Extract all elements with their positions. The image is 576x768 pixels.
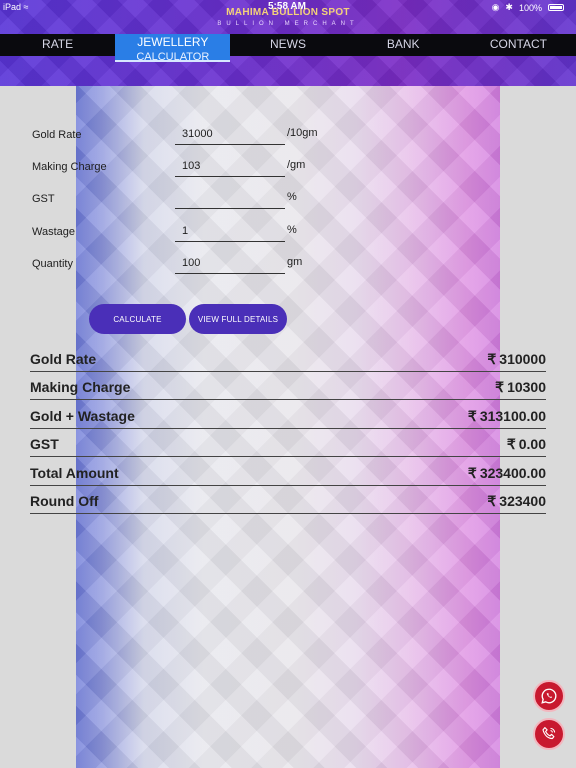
quantity-label: Quantity bbox=[32, 258, 73, 270]
rupee-symbol: ₹ bbox=[487, 351, 497, 367]
gst-label: GST bbox=[32, 193, 55, 205]
calculator-content: Gold Rate /10gm Making Charge /gm GST % … bbox=[0, 86, 576, 768]
calculate-button[interactable]: CALCULATE bbox=[89, 304, 186, 334]
quantity-input[interactable] bbox=[175, 252, 285, 274]
nav-bank[interactable]: BANK bbox=[346, 34, 461, 56]
status-bar: iPad ≈ 5:58 AM ◉ ✱ 100% bbox=[0, 0, 576, 14]
making-charge-label: Making Charge bbox=[32, 161, 107, 173]
result-row: Total Amount ₹323400.00 bbox=[30, 458, 546, 486]
rupee-symbol: ₹ bbox=[506, 436, 516, 452]
making-charge-unit: /gm bbox=[287, 159, 306, 171]
battery-icon bbox=[548, 4, 564, 11]
gold-rate-input[interactable] bbox=[175, 123, 285, 145]
quantity-unit: gm bbox=[287, 256, 303, 268]
wastage-unit: % bbox=[287, 224, 297, 236]
result-label: Round Off bbox=[30, 493, 99, 509]
result-label: Gold + Wastage bbox=[30, 408, 135, 424]
result-row: Gold + Wastage ₹313100.00 bbox=[30, 401, 546, 429]
status-time: 5:58 AM bbox=[268, 1, 306, 12]
gold-rate-row: Gold Rate /10gm bbox=[32, 123, 352, 147]
result-label: GST bbox=[30, 436, 59, 452]
result-value: ₹323400.00 bbox=[467, 465, 546, 481]
bluetooth-icon: ✱ bbox=[505, 2, 513, 12]
rupee-symbol: ₹ bbox=[467, 465, 477, 481]
gst-input[interactable] bbox=[175, 187, 285, 209]
result-row: GST ₹0.00 bbox=[30, 429, 546, 457]
status-right: ◉ ✱ 100% bbox=[492, 2, 564, 13]
nav-rate[interactable]: RATE bbox=[0, 34, 115, 56]
rupee-symbol: ₹ bbox=[487, 493, 497, 509]
wifi-icon: ≈ bbox=[23, 2, 29, 12]
wastage-row: Wastage % bbox=[32, 220, 352, 244]
battery-percent: 100% bbox=[518, 2, 542, 13]
rupee-symbol: ₹ bbox=[467, 408, 477, 424]
brand-subtitle: BULLION MERCHANT bbox=[217, 21, 359, 27]
call-button[interactable] bbox=[533, 718, 565, 750]
gst-row: GST % bbox=[32, 187, 352, 211]
nav-news[interactable]: NEWS bbox=[230, 34, 345, 56]
result-label: Making Charge bbox=[30, 379, 131, 395]
main-nav: RATE JEWELLERY CALCULATOR NEWS BANK CONT… bbox=[0, 34, 576, 63]
result-label: Gold Rate bbox=[30, 351, 97, 367]
whatsapp-icon bbox=[541, 688, 557, 704]
lock-rotation-icon: ◉ bbox=[491, 2, 500, 12]
app-header: iPad ≈ 5:58 AM ◉ ✱ 100% MAHIMA BULLION S… bbox=[0, 0, 576, 86]
result-row: Making Charge ₹10300 bbox=[30, 372, 546, 400]
nav-jewellery-calculator[interactable]: JEWELLERY CALCULATOR bbox=[115, 34, 231, 63]
view-full-details-button[interactable]: VIEW FULL DETAILS bbox=[189, 304, 287, 334]
gold-rate-label: Gold Rate bbox=[32, 129, 82, 141]
quantity-row: Quantity gm bbox=[32, 252, 352, 276]
making-charge-input[interactable] bbox=[175, 155, 285, 177]
result-value: ₹0.00 bbox=[506, 436, 546, 452]
nav-contact[interactable]: CONTACT bbox=[461, 34, 576, 56]
result-value: ₹310000 bbox=[487, 351, 546, 367]
gst-unit: % bbox=[287, 191, 297, 203]
making-charge-row: Making Charge /gm bbox=[32, 155, 352, 179]
wastage-input[interactable] bbox=[175, 220, 285, 242]
rupee-symbol: ₹ bbox=[495, 379, 505, 395]
phone-icon bbox=[542, 727, 556, 740]
result-row: Round Off ₹323400 bbox=[30, 486, 546, 514]
result-row: Gold Rate ₹310000 bbox=[30, 344, 546, 372]
result-value: ₹10300 bbox=[495, 379, 546, 395]
result-value: ₹323400 bbox=[487, 493, 546, 509]
wastage-label: Wastage bbox=[32, 226, 76, 238]
device-label: iPad ≈ bbox=[3, 2, 29, 12]
whatsapp-button[interactable] bbox=[533, 680, 565, 712]
result-label: Total Amount bbox=[30, 465, 119, 481]
result-value: ₹313100.00 bbox=[467, 408, 546, 424]
gold-rate-unit: /10gm bbox=[287, 127, 318, 139]
